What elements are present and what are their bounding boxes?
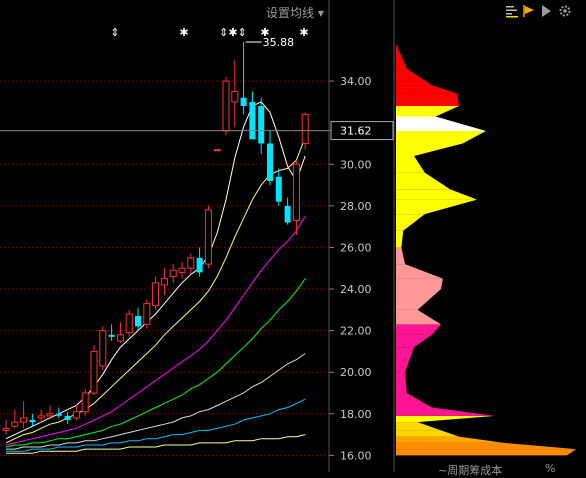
- candle-body: [20, 417, 28, 423]
- chip-band: [396, 130, 486, 144]
- chip-band: [396, 247, 405, 265]
- chip-band: [396, 143, 463, 156]
- current-price-label: 31.62: [340, 125, 372, 138]
- chip-band: [396, 106, 459, 117]
- chip-band: [396, 51, 407, 69]
- candle-body: [178, 267, 186, 273]
- chip-distribution: [396, 43, 576, 456]
- candle-body: [222, 80, 230, 132]
- axis-tick-label: 16.00: [340, 449, 372, 462]
- event-marker: ✱: [179, 26, 188, 39]
- event-marker: ✱: [299, 26, 308, 39]
- candle-body: [240, 97, 247, 107]
- candle-body: [46, 413, 54, 417]
- axis-tick-label: 22.00: [340, 325, 372, 338]
- candle-body: [284, 205, 291, 223]
- ma-line: [6, 434, 306, 454]
- flag-icon[interactable]: [522, 4, 536, 18]
- candle-body: [169, 269, 177, 278]
- event-marker: ✱: [260, 26, 269, 39]
- candle-body: [187, 257, 195, 269]
- candlesticks: [2, 42, 309, 435]
- chip-band: [396, 214, 425, 231]
- axis-tick-label: 24.00: [340, 283, 372, 296]
- axis-tick-label: 26.00: [340, 241, 372, 254]
- chip-band: [396, 372, 407, 393]
- candle-body: [11, 421, 19, 427]
- axis-tick-label: 28.00: [340, 200, 372, 213]
- candle-body: [213, 149, 221, 152]
- chip-band: [396, 407, 495, 416]
- chip-band: [396, 449, 576, 456]
- chip-band: [396, 324, 441, 335]
- candle-body: [249, 101, 256, 140]
- candle-body: [292, 163, 300, 221]
- stock-chart: 35.88 34.00 30.00 28.00 26.00 24.00 22.00 20.0…: [0, 0, 576, 472]
- chip-band: [396, 189, 477, 200]
- chip-cost-label: ~周期筹成本: [438, 464, 503, 477]
- candle-body: [55, 413, 62, 416]
- candle-body: [196, 257, 203, 273]
- event-marker: ⇕✱⇕: [219, 26, 247, 39]
- axis-tick-label: 30.00: [340, 158, 372, 171]
- candle-body: [267, 143, 273, 181]
- set-ma-button[interactable]: 设置均线 ▾: [266, 4, 324, 21]
- candle-body: [37, 415, 45, 419]
- bars-icon[interactable]: [505, 4, 519, 18]
- candle-body: [143, 303, 151, 325]
- candle-body: [275, 176, 282, 202]
- chip-band: [396, 68, 432, 86]
- candle-body: [152, 282, 160, 307]
- axis-tick-label: 34.00: [340, 75, 372, 88]
- candle-body: [204, 209, 212, 265]
- chip-band: [396, 85, 458, 94]
- moving-average-lines: 35.88: [5, 36, 306, 454]
- ma-line: [5, 101, 306, 440]
- candle-body: [2, 427, 10, 431]
- chip-band: [396, 442, 576, 450]
- chip-band: [396, 392, 432, 408]
- candle-body: [258, 106, 265, 144]
- chip-percent-label: %: [545, 462, 556, 475]
- play-icon[interactable]: [539, 4, 553, 18]
- gear-icon[interactable]: [558, 4, 572, 18]
- candle-body: [116, 334, 124, 342]
- chip-band: [396, 43, 400, 52]
- chip-band: [396, 334, 432, 348]
- candle-body: [99, 330, 107, 367]
- candle-body: [72, 411, 80, 419]
- chip-band: [396, 199, 477, 215]
- chip-band: [396, 155, 425, 173]
- chip-band: [396, 264, 443, 279]
- chip-band: [396, 347, 414, 373]
- candle-body: [125, 313, 133, 334]
- candle-body: [29, 420, 36, 423]
- candle-body: [301, 113, 309, 144]
- candle-body: [64, 415, 71, 421]
- axis-tick-label: 20.00: [340, 366, 372, 379]
- chip-band: [396, 415, 495, 423]
- candle-body: [231, 90, 239, 103]
- chip-band: [396, 289, 441, 310]
- chip-band: [396, 93, 459, 107]
- chip-band: [396, 278, 443, 290]
- candle-body: [81, 392, 89, 413]
- candle-body: [108, 334, 115, 337]
- chip-band: [396, 436, 504, 443]
- chip-band: [396, 430, 459, 437]
- chip-band: [396, 230, 404, 248]
- candle-body: [90, 350, 98, 394]
- chip-band: [396, 172, 450, 190]
- candle-body: [160, 278, 168, 286]
- chip-band: [396, 309, 441, 325]
- axis-tick-label: 18.00: [340, 408, 372, 421]
- chip-band: [396, 116, 486, 131]
- chip-band: [396, 422, 441, 431]
- candle-body: [135, 316, 141, 327]
- event-marker: ⇕: [110, 26, 119, 39]
